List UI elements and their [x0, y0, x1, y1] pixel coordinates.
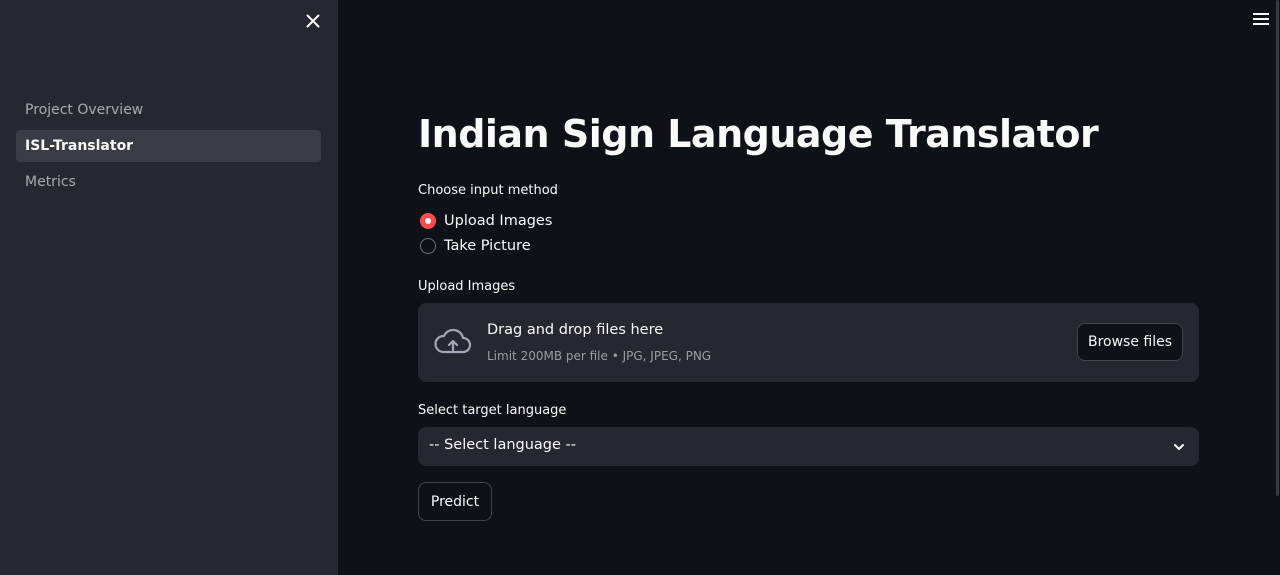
- radio-upload-images[interactable]: Upload Images: [418, 210, 552, 232]
- dropzone-title: Drag and drop files here: [487, 322, 664, 338]
- scrollbar[interactable]: [1276, 0, 1279, 496]
- sidebar-item-label: Metrics: [25, 174, 76, 190]
- page-title: Indian Sign Language Translator: [418, 112, 1099, 156]
- hamburger-menu-icon[interactable]: [1251, 10, 1271, 28]
- sidebar-nav: Project Overview ISL-Translator Metrics: [16, 94, 321, 202]
- language-select[interactable]: -- Select language --: [418, 427, 1199, 466]
- cloud-upload-icon: [433, 327, 473, 357]
- radio-unchecked-icon: [420, 238, 436, 254]
- sidebar: Project Overview ISL-Translator Metrics: [0, 0, 338, 575]
- input-method-label: Choose input method: [418, 183, 558, 198]
- close-icon[interactable]: [303, 11, 323, 31]
- language-label: Select target language: [418, 403, 567, 418]
- uploader-label: Upload Images: [418, 279, 516, 294]
- sidebar-item-label: Project Overview: [25, 102, 144, 118]
- chevron-down-icon: [1172, 439, 1186, 453]
- browse-files-button[interactable]: Browse files: [1077, 323, 1183, 361]
- sidebar-item-project-overview[interactable]: Project Overview: [16, 94, 321, 126]
- file-dropzone[interactable]: Drag and drop files here Limit 200MB per…: [418, 303, 1199, 382]
- sidebar-item-label: ISL-Translator: [25, 138, 134, 154]
- radio-label: Take Picture: [444, 238, 531, 254]
- radio-take-picture[interactable]: Take Picture: [418, 235, 531, 257]
- dropzone-limit: Limit 200MB per file • JPG, JPEG, PNG: [487, 349, 712, 363]
- sidebar-item-metrics[interactable]: Metrics: [16, 166, 321, 198]
- language-select-value: -- Select language --: [429, 437, 576, 453]
- radio-label: Upload Images: [444, 213, 553, 229]
- predict-button[interactable]: Predict: [418, 482, 492, 521]
- radio-checked-icon: [420, 213, 436, 229]
- sidebar-item-isl-translator[interactable]: ISL-Translator: [16, 130, 321, 162]
